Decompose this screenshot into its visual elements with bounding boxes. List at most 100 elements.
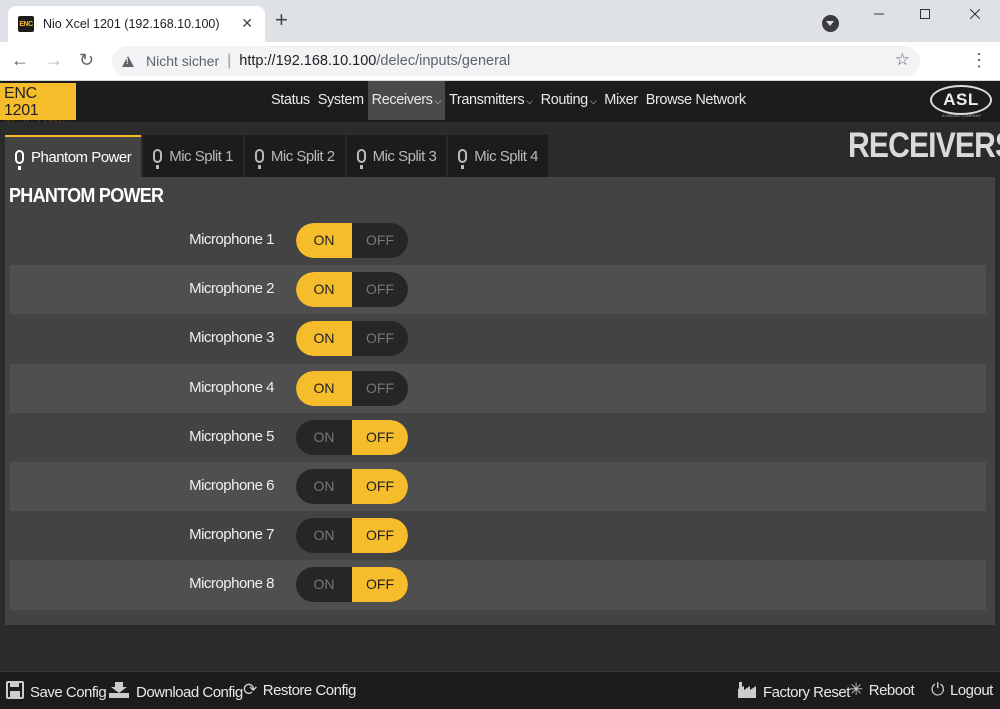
tab-search-icon[interactable] (822, 15, 839, 32)
warning-icon (122, 55, 134, 67)
mic-icon (254, 149, 264, 169)
logout-label: Logout (949, 681, 993, 699)
toggle-on-option[interactable]: ON (296, 223, 352, 258)
device-badge: ENC 1201 (Nio Xcel 1201) (0, 83, 76, 129)
maximize-icon[interactable] (902, 0, 948, 28)
factory-icon (737, 681, 757, 703)
phantom-power-toggle[interactable]: ON OFF (296, 419, 408, 455)
reload-icon[interactable]: ↻ (79, 50, 94, 70)
toggle-on-option[interactable]: ON (296, 518, 352, 553)
browser-tabstrip: ENC Nio Xcel 1201 (192.168.10.100) ✕ + (0, 0, 1000, 42)
tab-phantom-power[interactable]: Phantom Power (5, 135, 142, 177)
logout-button[interactable]: ⏻ Logout (931, 681, 993, 699)
toggle-off-option[interactable]: OFF (352, 567, 408, 603)
microphone-label: Microphone 2 (189, 280, 274, 298)
reboot-button[interactable]: ✳ Reboot (849, 681, 915, 699)
nav-status[interactable]: Status (267, 81, 314, 120)
microphone-list: Microphone 1 ON OFF Microphone 2 ON OFF … (10, 216, 986, 610)
phantom-power-toggle[interactable]: ON OFF (296, 518, 408, 554)
phantom-power-toggle[interactable]: ON OFF (296, 223, 408, 258)
tab-label: Mic Split 3 (372, 147, 437, 165)
new-tab-icon[interactable]: + (275, 9, 288, 31)
save-config-button[interactable]: Save Config (6, 681, 107, 703)
app-footer: Save Config Download Config ⟳ Restore Co… (0, 671, 1000, 709)
restore-config-button[interactable]: ⟳ Restore Config (243, 681, 356, 699)
toggle-off-option[interactable]: OFF (352, 468, 408, 504)
nav-label: Status (271, 92, 310, 108)
asl-logo: ASL (930, 85, 992, 115)
nav-transmitters[interactable]: Transmitters ⌵ (445, 81, 537, 120)
forward-icon[interactable]: → (45, 50, 63, 70)
microphone-label: Microphone 4 (189, 378, 274, 396)
url-separator: | (227, 52, 232, 69)
microphone-label: Microphone 1 (189, 231, 274, 248)
url-text[interactable]: http://192.168.10.100/delec/inputs/gener… (239, 53, 510, 69)
security-label[interactable]: Nicht sicher (146, 53, 219, 69)
list-item: Microphone 8 ON OFF (10, 560, 986, 610)
list-item: Microphone 3 ON OFF (10, 314, 986, 363)
minimize-icon[interactable] (856, 0, 902, 28)
phantom-power-toggle[interactable]: ON OFF (296, 321, 408, 357)
download-config-button[interactable]: Download Config (108, 681, 243, 703)
browser-toolbar: ← → ↻ Nicht sicher | http://192.168.10.1… (0, 42, 1000, 81)
back-icon[interactable]: ← (11, 50, 29, 70)
panel-heading: PHANTOM POWER (9, 185, 164, 207)
phantom-power-toggle[interactable]: ON OFF (296, 370, 408, 406)
factory-reset-label: Factory Reset (763, 683, 850, 701)
toggle-on-option[interactable]: ON (296, 469, 352, 504)
list-item: Microphone 5 ON OFF (10, 413, 986, 462)
toggle-on-option[interactable]: ON (296, 272, 352, 308)
page-title: RECEIVERS (848, 126, 1000, 165)
toggle-on-option[interactable]: ON (296, 567, 352, 602)
address-bar[interactable]: Nicht sicher | http://192.168.10.100/del… (112, 46, 920, 76)
bookmark-star-icon[interactable]: ☆ (895, 50, 910, 70)
nav-system[interactable]: System (314, 81, 368, 120)
toggle-on-option[interactable]: ON (296, 370, 352, 406)
microphone-label: Microphone 8 (189, 575, 274, 593)
toggle-off-option[interactable]: OFF (352, 419, 408, 455)
nav-routing[interactable]: Routing ⌵ (537, 81, 601, 120)
toggle-off-option[interactable]: OFF (352, 223, 408, 258)
device-name: ENC 1201 (4, 85, 39, 119)
toggle-off-option[interactable]: OFF (352, 371, 408, 406)
mic-icon (15, 150, 24, 170)
phantom-power-toggle[interactable]: ON OFF (296, 468, 408, 504)
microphone-label: Microphone 3 (189, 329, 274, 347)
chevron-down-icon: ⌵ (589, 96, 597, 106)
restore-arrows-icon: ⟳ (243, 680, 257, 699)
toggle-off-option[interactable]: OFF (352, 518, 408, 554)
nav-browse-network[interactable]: Browse Network (642, 81, 750, 120)
tab-mic-split-2[interactable]: Mic Split 2 (244, 135, 345, 177)
tab-label: Mic Split 2 (270, 147, 335, 165)
close-tab-icon[interactable]: ✕ (241, 16, 253, 30)
microphone-label: Microphone 6 (189, 476, 274, 494)
browser-tab[interactable]: ENC Nio Xcel 1201 (192.168.10.100) ✕ (8, 6, 265, 42)
tab-mic-split-3[interactable]: Mic Split 3 (346, 135, 447, 177)
tab-title: Nio Xcel 1201 (192.168.10.100) (43, 17, 220, 31)
close-window-icon[interactable] (952, 0, 998, 28)
url-host: http://192.168.10.100 (239, 53, 377, 69)
nav-label: Browse Network (645, 92, 746, 108)
asl-logo-subtitle: A HEIGEL COMPANY (942, 113, 982, 118)
phantom-power-toggle[interactable]: ON OFF (296, 272, 408, 308)
tab-mic-split-1[interactable]: Mic Split 1 (143, 135, 243, 177)
nav-label: System (317, 92, 364, 108)
factory-reset-button[interactable]: Factory Reset (737, 681, 850, 703)
download-config-label: Download Config (136, 683, 243, 701)
tab-mic-split-4[interactable]: Mic Split 4 (448, 135, 548, 177)
phantom-power-panel: PHANTOM POWER Microphone 1 ON OFF Microp… (5, 177, 995, 625)
download-tray-icon (108, 681, 130, 703)
phantom-power-toggle[interactable]: ON OFF (296, 567, 408, 603)
tab-label: Mic Split 1 (169, 147, 233, 165)
reboot-label: Reboot (868, 681, 915, 699)
nav-label: Routing (540, 92, 589, 108)
nav-label: Receivers (371, 92, 433, 108)
toggle-on-option[interactable]: ON (296, 321, 352, 357)
toggle-off-option[interactable]: OFF (352, 321, 408, 356)
toggle-on-option[interactable]: ON (296, 420, 352, 455)
browser-menu-icon[interactable]: ⋮ (970, 50, 988, 70)
nav-receivers[interactable]: Receivers ⌵ (367, 81, 445, 120)
toggle-off-option[interactable]: OFF (352, 272, 408, 307)
nav-label: Mixer (604, 92, 638, 108)
nav-mixer[interactable]: Mixer (600, 81, 641, 120)
